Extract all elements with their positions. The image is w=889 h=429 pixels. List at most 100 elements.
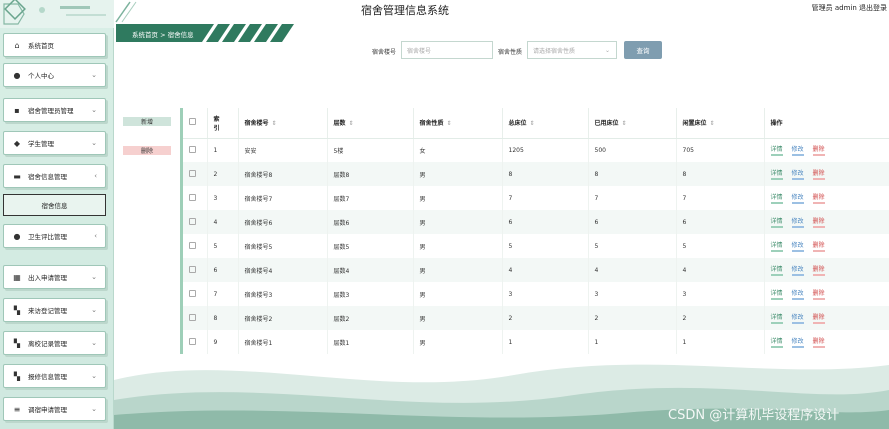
logo-decoration — [0, 0, 114, 28]
dorm-icon: ▬ — [13, 171, 21, 181]
sidebar-item[interactable]: ● 卫生评比管理 ‹ — [3, 224, 106, 248]
sidebar-item[interactable]: ● 个人中心 ⌄ — [3, 63, 106, 87]
delete-row-button[interactable]: 删除 — [812, 144, 825, 157]
sidebar-item[interactable]: ≡ 调宿申请管理 ⌄ — [3, 397, 106, 421]
cell-floor: 5楼 — [327, 138, 414, 162]
search-button[interactable]: 查询 — [624, 41, 662, 59]
cell-idle-beds: 5 — [676, 234, 765, 258]
sidebar-item[interactable]: ▚ 报修信息管理 ⌄ — [3, 364, 106, 388]
row-checkbox[interactable] — [183, 282, 208, 306]
row-checkbox[interactable] — [183, 258, 208, 282]
chevron-icon: ⌄ — [91, 372, 97, 380]
view-button[interactable]: 详情 — [770, 240, 783, 252]
sidebar-subitem-dorm-info[interactable]: 宿舍信息 — [3, 194, 106, 216]
sidebar-item[interactable]: ▚ 离校记录管理 ⌄ — [3, 331, 106, 355]
view-button[interactable]: 详情 — [770, 264, 783, 276]
cell-idle-beds: 6 — [676, 210, 765, 234]
row-checkbox[interactable] — [183, 162, 208, 186]
col-total-beds[interactable]: 总床位 ⇕ — [502, 108, 589, 139]
row-checkbox[interactable] — [183, 234, 208, 258]
search-label-building: 宿舍楼号 — [372, 49, 397, 56]
table-row[interactable]: 3 宿舍楼号7 层数7 男 7 7 7 详情 修改 删除 — [183, 186, 889, 210]
delete-row-button[interactable]: 删除 — [812, 216, 825, 228]
cell-building: 宿舍楼号6 — [238, 210, 328, 234]
edit-button[interactable]: 修改 — [791, 240, 804, 252]
cell-floor: 层数4 — [327, 258, 414, 282]
edit-button[interactable]: 修改 — [791, 144, 804, 157]
sidebar-item-label: 系统首页 — [28, 42, 54, 50]
delete-row-button[interactable]: 删除 — [812, 168, 825, 180]
sidebar-item[interactable]: ▪ 宿舍管理员管理 ⌄ — [3, 98, 106, 122]
delete-row-button[interactable]: 删除 — [812, 240, 825, 252]
delete-button[interactable]: 删除 — [123, 146, 171, 155]
sidebar-item[interactable]: ▦ 出入申请管理 ⌄ — [3, 265, 106, 289]
view-button[interactable]: 详情 — [770, 192, 783, 204]
row-checkbox[interactable] — [183, 186, 208, 210]
sort-icon[interactable]: ⇕ — [349, 120, 354, 127]
sidebar-item[interactable]: ▬ 宿舍信息管理 ‹ — [3, 164, 106, 188]
cell-actions: 详情 修改 删除 — [764, 282, 889, 306]
sort-icon[interactable]: ⇕ — [710, 120, 715, 127]
sidebar-item[interactable]: ⌂ 系统首页 — [3, 33, 106, 57]
col-idle-beds-label: 闲置床位 — [682, 120, 707, 128]
edit-button[interactable]: 修改 — [791, 216, 804, 228]
col-floor[interactable]: 层数 ⇕ — [327, 108, 414, 139]
col-type[interactable]: 宿舍性质 ⇕ — [413, 108, 503, 139]
sidebar-item[interactable]: ◆ 学生管理 ⌄ — [3, 131, 106, 155]
col-actions-label: 操作 — [770, 120, 783, 128]
delete-row-button[interactable]: 删除 — [812, 192, 825, 204]
sort-icon[interactable]: ⇕ — [272, 120, 277, 127]
view-button[interactable]: 详情 — [770, 144, 783, 157]
cell-floor: 层数3 — [327, 282, 414, 306]
cell-type: 男 — [413, 186, 503, 210]
edit-button[interactable]: 修改 — [791, 312, 804, 324]
sort-icon[interactable]: ⇕ — [622, 120, 627, 127]
sidebar-item-label: 宿舍信息管理 — [28, 173, 67, 181]
row-checkbox[interactable] — [183, 210, 208, 234]
delete-row-button[interactable]: 删除 — [812, 264, 825, 276]
view-button[interactable]: 详情 — [770, 216, 783, 228]
sort-icon[interactable]: ⇕ — [530, 120, 535, 127]
delete-row-button[interactable]: 删除 — [812, 288, 825, 300]
table-row[interactable]: 5 宿舍楼号5 层数5 男 5 5 5 详情 修改 删除 — [183, 234, 889, 258]
table-row[interactable]: 4 宿舍楼号6 层数6 男 6 6 6 详情 修改 删除 — [183, 210, 889, 234]
search-input-building[interactable]: 宿舍楼号 — [401, 41, 493, 59]
delete-row-button[interactable]: 删除 — [812, 312, 825, 324]
col-building[interactable]: 宿舍楼号 ⇕ — [238, 108, 328, 139]
cell-type: 男 — [413, 162, 503, 186]
view-button[interactable]: 详情 — [770, 168, 783, 180]
table-row[interactable]: 1 安安 5楼女 1205 500 705 详情 修改 删除 — [183, 138, 889, 162]
cell-idle-beds: 4 — [676, 258, 765, 282]
cell-type: 男 — [413, 282, 503, 306]
search-select-type[interactable]: 请选择宿舍性质 ⌄ — [527, 41, 617, 59]
col-floor-label: 层数 — [333, 120, 346, 128]
row-checkbox[interactable] — [183, 138, 208, 162]
view-button[interactable]: 详情 — [770, 312, 783, 324]
cell-total-beds: 2 — [502, 306, 589, 330]
breadcrumb-stripes — [196, 24, 294, 42]
col-idle-beds[interactable]: 闲置床位 ⇕ — [676, 108, 765, 139]
student-icon: ◆ — [13, 138, 21, 148]
add-button[interactable]: 新增 — [123, 117, 171, 126]
grid-icon: ▚ — [13, 338, 21, 348]
sort-icon[interactable]: ⇕ — [447, 120, 452, 127]
edit-button[interactable]: 修改 — [791, 168, 804, 180]
table-row[interactable]: 8 宿舍楼号2 层数2 男 2 2 2 详情 修改 删除 — [183, 306, 889, 330]
breadcrumb-text[interactable]: 系统首页 > 宿舍信息 — [132, 29, 194, 39]
table-row[interactable]: 7 宿舍楼号3 层数3 男 3 3 3 详情 修改 删除 — [183, 282, 889, 306]
col-used-beds[interactable]: 已用床位 ⇕ — [588, 108, 677, 139]
user-info[interactable]: 管理员 admin 退出登录 — [812, 3, 887, 13]
dorm-table: 索 引 宿舍楼号 ⇕ 层数 ⇕ 宿舍性质 ⇕ 总床位 ⇕ 已用床位 ⇕ 闲置床位 ⇕ 操作 … — [180, 108, 889, 354]
edit-button[interactable]: 修改 — [791, 192, 804, 204]
select-all-checkbox[interactable] — [183, 108, 208, 139]
row-checkbox[interactable] — [183, 306, 208, 330]
col-actions: 操作 — [764, 108, 889, 139]
view-button[interactable]: 详情 — [770, 288, 783, 300]
edit-button[interactable]: 修改 — [791, 264, 804, 276]
table-row[interactable]: 6 宿舍楼号4 层数4 男 4 4 4 详情 修改 删除 — [183, 258, 889, 282]
table-row[interactable]: 2 宿舍楼号8 层数8 男 8 8 8 详情 修改 删除 — [183, 162, 889, 186]
edit-button[interactable]: 修改 — [791, 288, 804, 300]
sidebar-item[interactable]: ▚ 来访登记管理 ⌄ — [3, 298, 106, 322]
cell-total-beds: 3 — [502, 282, 589, 306]
cell-total-beds: 4 — [502, 258, 589, 282]
